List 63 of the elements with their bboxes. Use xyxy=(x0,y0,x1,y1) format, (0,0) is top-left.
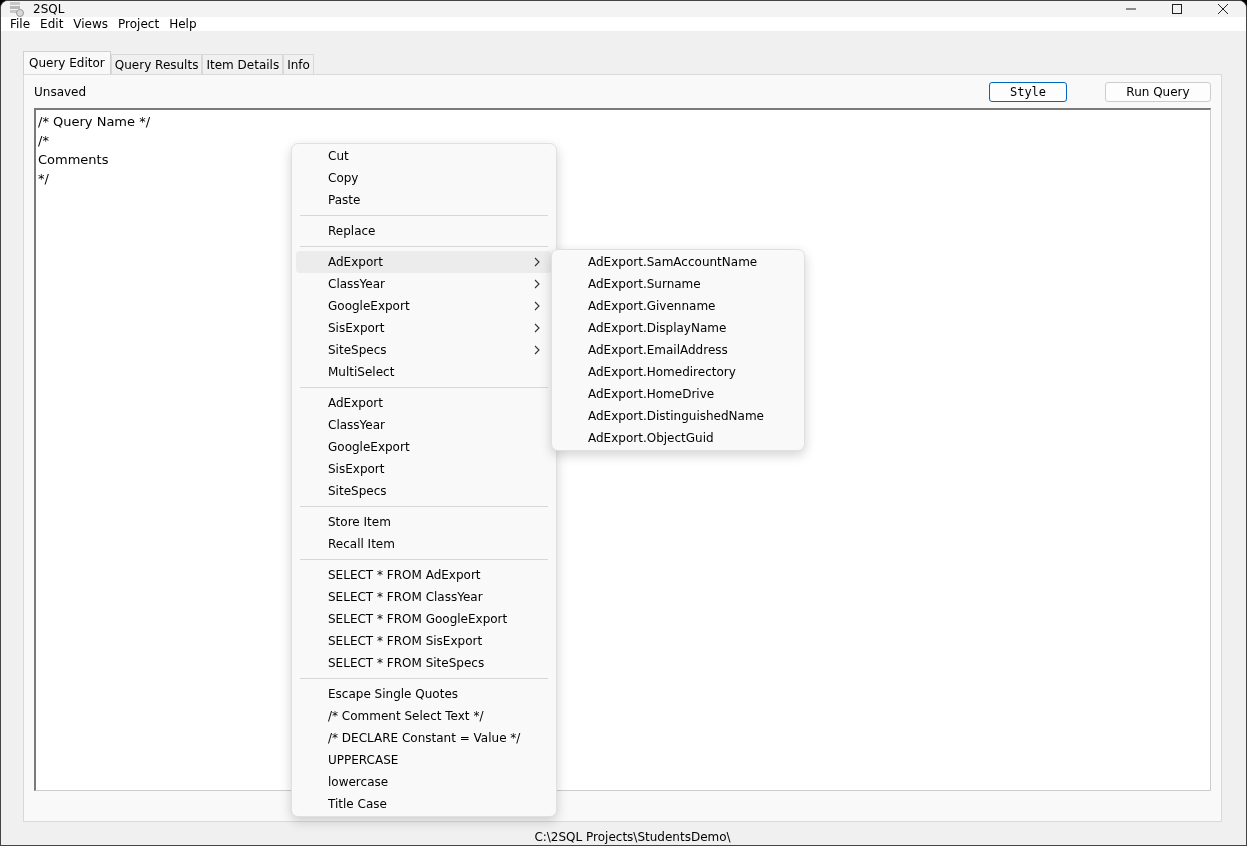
menu-item[interactable]: GoogleExport xyxy=(296,295,552,317)
menu-item[interactable]: SisExport xyxy=(296,458,552,480)
menu-item[interactable]: Store Item xyxy=(296,511,552,533)
style-button[interactable]: Style xyxy=(989,81,1067,102)
menu-item[interactable]: SELECT * FROM ClassYear xyxy=(296,586,552,608)
menu-item[interactable]: Replace xyxy=(296,220,552,242)
menu-item[interactable]: SELECT * FROM GoogleExport xyxy=(296,608,552,630)
database-icon xyxy=(9,1,25,17)
menu-item[interactable]: Edit xyxy=(35,17,69,31)
menu-item[interactable]: Help xyxy=(164,17,202,31)
menu-item[interactable]: SELECT * FROM SiteSpecs xyxy=(296,652,552,674)
menu-item[interactable]: AdExport.HomeDrive xyxy=(552,383,804,405)
menu-item[interactable]: ClassYear xyxy=(296,273,552,295)
close-icon[interactable] xyxy=(1217,3,1229,15)
menu-item[interactable]: Project xyxy=(113,17,165,31)
code-line: /* xyxy=(38,132,49,150)
menu-item[interactable]: AdExport xyxy=(296,392,552,414)
chevron-right-icon xyxy=(534,257,540,267)
menu-item[interactable]: AdExport.DisplayName xyxy=(552,317,804,339)
menu-item[interactable]: SiteSpecs xyxy=(296,339,552,361)
project-path: C:\2SQL Projects\StudentsDemo\ xyxy=(534,830,731,844)
menu-item[interactable]: UPPERCASE xyxy=(296,749,552,771)
menu-item[interactable]: Cut xyxy=(296,145,552,167)
menu-item[interactable]: lowercase xyxy=(296,771,552,793)
menu-item[interactable]: Title Case xyxy=(296,793,552,815)
menu-item[interactable]: AdExport.SamAccountName xyxy=(552,251,804,273)
menu-item[interactable]: Paste xyxy=(296,189,552,211)
menu-item[interactable]: /* DECLARE Constant = Value */ xyxy=(296,727,552,749)
menu-item[interactable]: SELECT * FROM SisExport xyxy=(296,630,552,652)
menu-item[interactable]: AdExport.EmailAddress xyxy=(552,339,804,361)
chevron-right-icon xyxy=(534,323,540,333)
menu-item[interactable]: Escape Single Quotes xyxy=(296,683,552,705)
code-line: */ xyxy=(38,170,49,188)
menu-item[interactable]: File xyxy=(5,17,36,31)
menu-item[interactable]: SisExport xyxy=(296,317,552,339)
menu-item[interactable]: SiteSpecs xyxy=(296,480,552,502)
code-line: Comments xyxy=(38,151,109,169)
menu-item[interactable]: /* Comment Select Text */ xyxy=(296,705,552,727)
menu-item[interactable]: Recall Item xyxy=(296,533,552,555)
maximize-icon[interactable] xyxy=(1171,3,1183,15)
menu-item[interactable]: Views xyxy=(68,17,114,31)
menu-item[interactable]: AdExport xyxy=(296,251,552,273)
save-status: Unsaved xyxy=(34,84,87,99)
tab[interactable]: Info xyxy=(283,54,314,74)
menu-item[interactable]: AdExport.ObjectGuid xyxy=(552,427,804,449)
chevron-right-icon xyxy=(534,301,540,311)
run-query-button[interactable]: Run Query xyxy=(1105,81,1211,102)
menu-item[interactable]: AdExport.DistinguishedName xyxy=(552,405,804,427)
menu-item[interactable]: MultiSelect xyxy=(296,361,552,383)
chevron-right-icon xyxy=(534,345,540,355)
tab[interactable]: Query Results xyxy=(110,54,203,74)
tab[interactable]: Query Editor xyxy=(23,51,111,74)
menu-item[interactable]: GoogleExport xyxy=(296,436,552,458)
menu-item[interactable]: ClassYear xyxy=(296,414,552,436)
menu-item[interactable]: SELECT * FROM AdExport xyxy=(296,564,552,586)
code-line: /* Query Name */ xyxy=(38,113,151,131)
chevron-right-icon xyxy=(534,279,540,289)
menu-item[interactable]: AdExport.Homedirectory xyxy=(552,361,804,383)
menu-item[interactable]: Copy xyxy=(296,167,552,189)
tab[interactable]: Item Details xyxy=(202,54,284,74)
menu-item[interactable]: AdExport.Surname xyxy=(552,273,804,295)
menu-item[interactable]: AdExport.Givenname xyxy=(552,295,804,317)
window-title: 2SQL xyxy=(33,2,65,16)
